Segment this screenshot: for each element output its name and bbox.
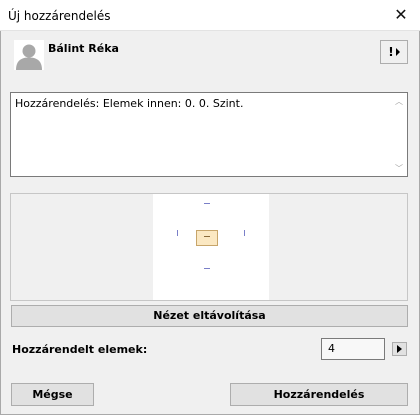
bottom-marker <box>204 268 210 269</box>
cancel-button[interactable]: Mégse <box>11 383 94 406</box>
view-preview-canvas[interactable] <box>153 194 269 300</box>
assigned-elements-label: Hozzárendelt elemek: <box>12 343 148 356</box>
assigned-elements-count[interactable]: 4 <box>321 338 385 360</box>
left-marker <box>177 230 178 236</box>
scroll-down-icon[interactable]: ﹀ <box>394 163 404 173</box>
top-marker <box>204 203 210 204</box>
arrow-right-icon <box>397 345 402 353</box>
close-icon[interactable]: ✕ <box>390 4 412 26</box>
arrow-right-icon <box>395 48 400 56</box>
view-preview-panel <box>10 193 408 301</box>
scroll-up-icon[interactable]: ︿ <box>394 96 404 106</box>
alert-menu-button[interactable]: ! <box>380 40 408 64</box>
window-title: Új hozzárendelés <box>8 9 111 23</box>
assign-button[interactable]: Hozzárendelés <box>230 383 408 406</box>
person-avatar-icon <box>14 40 44 70</box>
exclamation-icon: ! <box>388 45 394 59</box>
remove-view-button[interactable]: Nézet eltávolítása <box>11 305 408 327</box>
count-arrow-button[interactable] <box>392 342 407 356</box>
right-marker <box>244 230 245 236</box>
description-text: Hozzárendelés: Elemek innen: 0. 0. Szint… <box>15 97 244 110</box>
description-textarea[interactable]: Hozzárendelés: Elemek innen: 0. 0. Szint… <box>10 92 408 177</box>
selected-element-box[interactable] <box>196 230 218 246</box>
user-name: Bálint Réka <box>48 42 119 55</box>
description-scrollbar[interactable]: ︿ ﹀ <box>391 93 407 176</box>
title-bar: Új hozzárendelés ✕ <box>0 0 420 31</box>
